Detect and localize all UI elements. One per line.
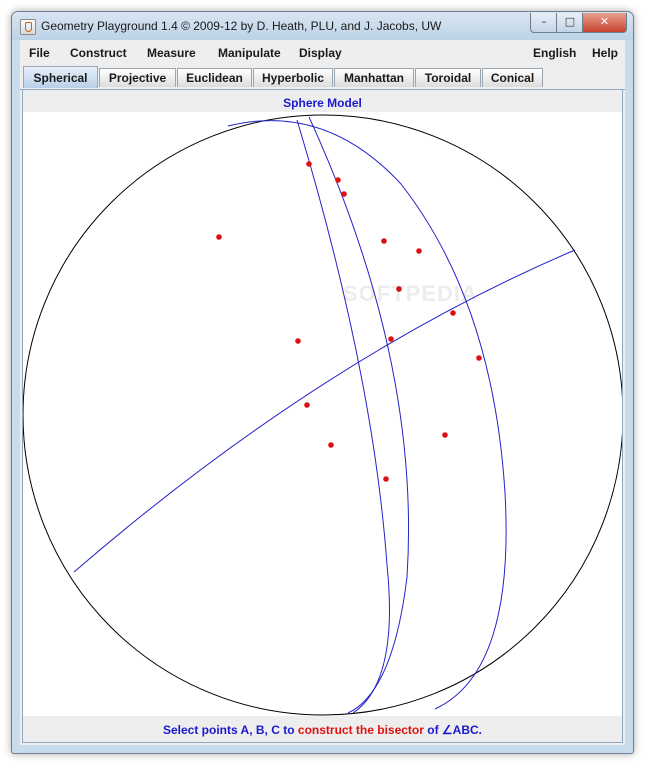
tab-projective[interactable]: Projective bbox=[99, 68, 176, 87]
status-text-part1: Select points A, B, C to bbox=[162, 723, 298, 737]
menu-display[interactable]: Display bbox=[299, 46, 342, 60]
point[interactable] bbox=[216, 234, 222, 240]
spherical-panel: Sphere Model SOFTPEDIA Select points A, … bbox=[22, 90, 623, 743]
point[interactable] bbox=[341, 191, 347, 197]
model-header: Sphere Model bbox=[23, 90, 622, 112]
title-bar[interactable]: Geometry Playground 1.4 © 2009-12 by D. … bbox=[12, 12, 633, 40]
point[interactable] bbox=[328, 442, 334, 448]
point[interactable] bbox=[383, 476, 389, 482]
menu-bar: File Construct Measure Manipulate Displa… bbox=[20, 40, 625, 65]
java-app-icon bbox=[20, 19, 36, 35]
minimize-button[interactable]: – bbox=[530, 13, 558, 33]
great-circle-line[interactable] bbox=[308, 116, 410, 714]
menu-file[interactable]: File bbox=[29, 46, 50, 60]
great-circle-line[interactable] bbox=[296, 119, 390, 714]
point[interactable] bbox=[295, 338, 301, 344]
status-message: Select points A, B, C to construct the b… bbox=[23, 723, 622, 737]
point[interactable] bbox=[450, 310, 456, 316]
point[interactable] bbox=[476, 355, 482, 361]
sphere-boundary bbox=[23, 114, 622, 716]
maximize-button[interactable]: □ bbox=[556, 13, 584, 33]
close-button[interactable]: ✕ bbox=[582, 13, 627, 33]
window-title: Geometry Playground 1.4 © 2009-12 by D. … bbox=[41, 19, 442, 33]
point[interactable] bbox=[416, 248, 422, 254]
point[interactable] bbox=[396, 286, 402, 292]
tab-conical[interactable]: Conical bbox=[482, 68, 543, 87]
client-area: File Construct Measure Manipulate Displa… bbox=[20, 40, 625, 745]
point[interactable] bbox=[335, 177, 341, 183]
status-text-part3: of ∠ABC. bbox=[423, 723, 483, 737]
point-set bbox=[216, 161, 482, 482]
menu-manipulate[interactable]: Manipulate bbox=[218, 46, 281, 60]
status-bar: Select points A, B, C to construct the b… bbox=[23, 716, 622, 742]
tab-manhattan[interactable]: Manhattan bbox=[334, 68, 414, 87]
point[interactable] bbox=[306, 161, 312, 167]
tab-toroidal[interactable]: Toroidal bbox=[415, 68, 481, 87]
great-circle-line[interactable] bbox=[227, 120, 507, 710]
great-circle-line[interactable] bbox=[73, 249, 576, 573]
sphere-canvas[interactable] bbox=[23, 112, 622, 716]
tab-hyperbolic[interactable]: Hyperbolic bbox=[253, 68, 333, 87]
status-text-part2: construct the bisector bbox=[297, 723, 424, 737]
tab-euclidean[interactable]: Euclidean bbox=[177, 68, 252, 87]
geometry-tab-strip: Spherical Projective Euclidean Hyperboli… bbox=[20, 65, 625, 90]
menu-construct[interactable]: Construct bbox=[70, 46, 127, 60]
menu-measure[interactable]: Measure bbox=[147, 46, 196, 60]
model-title: Sphere Model bbox=[283, 96, 362, 110]
point[interactable] bbox=[442, 432, 448, 438]
app-window: Geometry Playground 1.4 © 2009-12 by D. … bbox=[11, 11, 634, 754]
point[interactable] bbox=[388, 336, 394, 342]
tab-spherical[interactable]: Spherical bbox=[23, 66, 98, 88]
point[interactable] bbox=[381, 238, 387, 244]
menu-help[interactable]: Help bbox=[592, 46, 618, 60]
menu-english[interactable]: English bbox=[533, 46, 576, 60]
point[interactable] bbox=[304, 402, 310, 408]
